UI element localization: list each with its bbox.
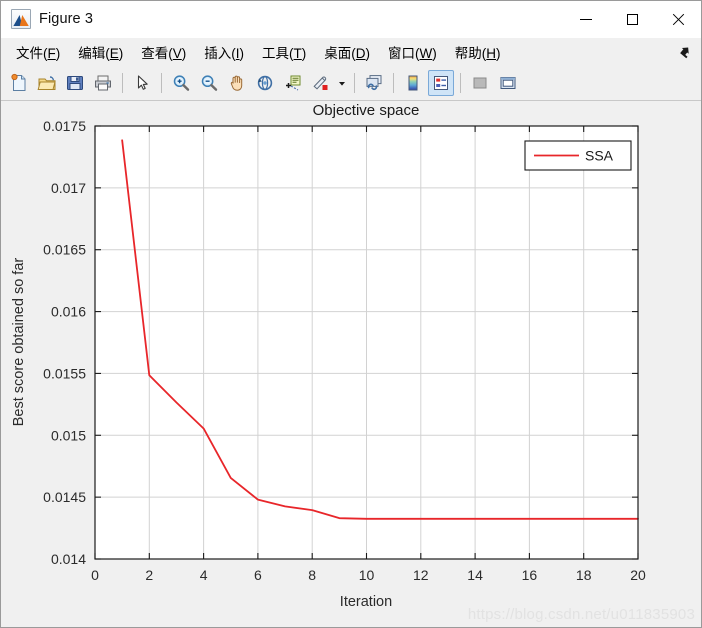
plot-title: Objective space	[313, 102, 420, 119]
watermark-text: https://blog.csdn.net/u011835903	[467, 606, 695, 623]
minimize-button[interactable]	[563, 1, 609, 37]
close-icon	[672, 13, 685, 26]
x-tick-label: 20	[630, 567, 646, 583]
x-tick-labels: 0 2 4 6 8 10 12 14 16 18 20	[91, 567, 646, 583]
zoom-in-icon[interactable]	[168, 70, 194, 96]
new-figure-icon[interactable]	[6, 70, 32, 96]
menu-item-help[interactable]: 帮助(H)	[446, 39, 510, 65]
menu-label-edit: 编辑(	[78, 46, 110, 61]
title-bar: Figure 3	[1, 1, 701, 38]
window-controls	[563, 1, 701, 37]
link-data-icon[interactable]	[361, 70, 387, 96]
menu-label-tools: 工具(	[262, 46, 294, 61]
data-cursor-icon[interactable]	[280, 70, 306, 96]
menu-item-view[interactable]: 查看(V)	[132, 39, 195, 65]
menu-accel-file: F	[47, 46, 56, 61]
menu-label-insert: 插入(	[204, 46, 236, 61]
menu-item-window[interactable]: 窗口(W)	[379, 39, 446, 65]
save-figure-icon[interactable]	[62, 70, 88, 96]
y-tick-labels: 0.014 0.0145 0.015 0.0155 0.016 0.0165 0.017 0.…	[43, 118, 86, 567]
y-tick-label: 0.0175	[43, 118, 86, 134]
figure-window: Figure 3 文件(F) 编辑(E) 查看(V) 插入(I) 工具(T) 桌…	[0, 0, 702, 628]
menu-item-insert[interactable]: 插入(I)	[195, 39, 253, 65]
toolbar	[1, 66, 701, 101]
y-tick-label: 0.0165	[43, 242, 86, 258]
axes-container: 0 2 4 6 8 10 12 14 16 18 20 0.014 0.0145 0.015 0.0155…	[1, 101, 701, 627]
brush-data-icon[interactable]	[308, 70, 334, 96]
menu-label-file: 文件(	[16, 46, 48, 61]
toolbar-separator	[122, 73, 123, 93]
x-tick-label: 4	[200, 567, 208, 583]
x-tick-label: 0	[91, 567, 99, 583]
menu-label-desktop: 桌面(	[324, 46, 356, 61]
menu-accel-window: W	[419, 46, 433, 61]
open-file-icon[interactable]	[34, 70, 60, 96]
menu-accel-edit: E	[109, 46, 119, 61]
print-figure-icon[interactable]	[90, 70, 116, 96]
hide-plot-tools-icon[interactable]	[467, 70, 493, 96]
x-tick-label: 14	[467, 567, 483, 583]
menu-label-window: 窗口(	[388, 46, 420, 61]
y-axis-label: Best score obtained so far	[11, 258, 27, 427]
pointer-arrow-icon[interactable]	[129, 70, 155, 96]
undock-arrow-icon[interactable]	[677, 44, 693, 60]
menu-accel-tools: T	[293, 46, 302, 61]
y-tick-label: 0.0145	[43, 489, 86, 505]
legend-icon[interactable]	[428, 70, 454, 96]
menu-label-help: 帮助(	[454, 46, 487, 61]
y-tick-label: 0.015	[51, 427, 86, 443]
x-tick-label: 12	[413, 567, 429, 583]
zoom-out-icon[interactable]	[196, 70, 222, 96]
brush-dropdown-icon[interactable]	[336, 70, 348, 96]
plot-legend[interactable]: SSA	[524, 140, 632, 171]
menu-accel-view: V	[172, 46, 182, 61]
legend-label-ssa: SSA	[585, 148, 614, 164]
x-tick-label: 16	[522, 567, 538, 583]
show-plot-tools-icon[interactable]	[495, 70, 521, 96]
rotate-3d-icon[interactable]	[252, 70, 278, 96]
toolbar-separator	[460, 73, 461, 93]
x-tick-label: 8	[308, 567, 316, 583]
maximize-button[interactable]	[609, 1, 655, 37]
menu-item-desktop[interactable]: 桌面(D)	[315, 39, 379, 65]
y-tick-label: 0.017	[51, 180, 86, 196]
x-tick-label: 10	[359, 567, 375, 583]
close-button[interactable]	[655, 1, 701, 37]
colorbar-icon[interactable]	[400, 70, 426, 96]
menu-item-tools[interactable]: 工具(T)	[253, 39, 315, 65]
toolbar-separator	[354, 73, 355, 93]
menu-item-edit[interactable]: 编辑(E)	[69, 39, 132, 65]
x-tick-label: 18	[576, 567, 592, 583]
x-axis-label: Iteration	[340, 594, 392, 610]
figure-canvas: 0 2 4 6 8 10 12 14 16 18 20 0.014 0.0145 0.015 0.0155…	[1, 101, 701, 627]
menu-item-file[interactable]: 文件(F)	[7, 39, 69, 65]
y-tick-label: 0.014	[51, 551, 86, 567]
menu-accel-desktop: D	[355, 46, 366, 61]
menu-bar: 文件(F) 编辑(E) 查看(V) 插入(I) 工具(T) 桌面(D) 窗口(W…	[1, 38, 701, 66]
x-tick-label: 6	[254, 567, 262, 583]
y-tick-label: 0.0155	[43, 365, 86, 381]
matlab-figure-icon	[11, 9, 31, 29]
x-tick-label: 2	[145, 567, 153, 583]
maximize-icon	[626, 13, 638, 25]
y-tick-label: 0.016	[51, 304, 86, 320]
pan-hand-icon[interactable]	[224, 70, 250, 96]
menu-label-view: 查看(	[141, 46, 173, 61]
minimize-icon	[580, 18, 592, 20]
menu-accel-help: H	[486, 46, 497, 61]
toolbar-separator	[161, 73, 162, 93]
objective-space-plot: 0 2 4 6 8 10 12 14 16 18 20 0.014 0.0145 0.015 0.0155…	[11, 102, 646, 610]
window-title: Figure 3	[39, 11, 93, 27]
toolbar-separator	[393, 73, 394, 93]
